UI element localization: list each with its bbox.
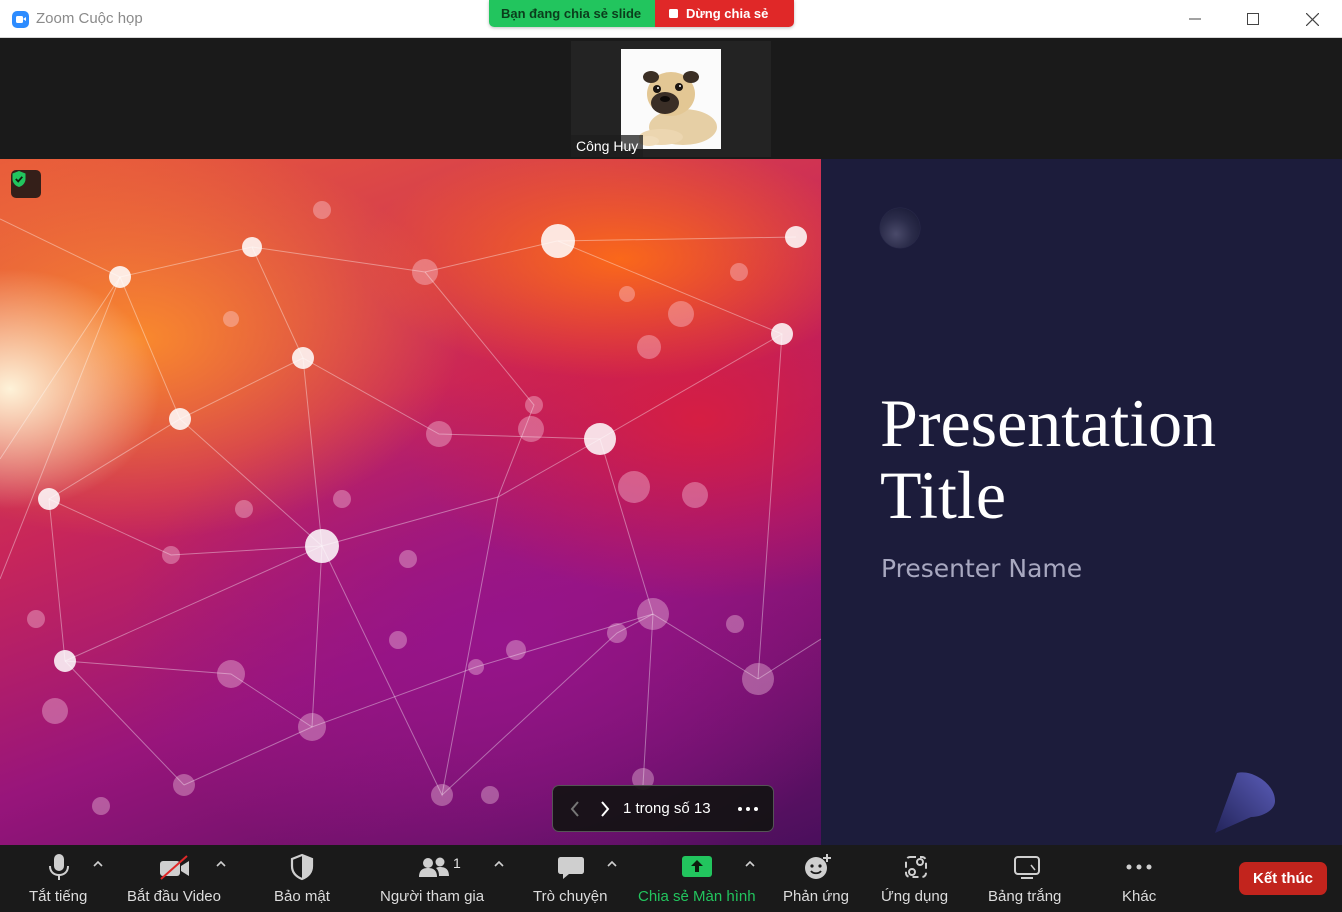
slide-navigator: 1 trong số 13 — [552, 785, 774, 832]
start-video-label: Bắt đầu Video — [127, 888, 221, 905]
more-button[interactable]: Khác — [1115, 845, 1163, 912]
chevron-up-icon — [745, 860, 755, 867]
start-video-button[interactable]: Bắt đầu Video — [124, 845, 224, 912]
participant-strip: Công Huy — [0, 38, 1342, 159]
previous-slide-button[interactable] — [565, 798, 585, 820]
whiteboard-label: Bảng trắng — [988, 888, 1062, 905]
zoom-logo-icon — [12, 11, 29, 28]
network-graphic — [0, 201, 821, 815]
slide-more-button[interactable] — [733, 798, 763, 820]
reactions-button[interactable]: Phản ứng — [780, 845, 852, 912]
whiteboard-button[interactable]: Bảng trắng — [985, 845, 1069, 912]
slide-counter: 1 trong số 13 — [623, 800, 711, 817]
more-label: Khác — [1122, 888, 1157, 905]
presentation-title-line2: Title — [880, 457, 1007, 533]
decorative-orb — [880, 208, 920, 248]
presenter-name: Presenter Name — [881, 554, 1083, 583]
apps-label: Ứng dụng — [881, 888, 949, 905]
participants-options-caret[interactable] — [492, 857, 506, 871]
slide-network-image — [0, 159, 821, 845]
share-options-caret[interactable] — [743, 857, 757, 871]
participants-label: Người tham gia — [380, 888, 485, 905]
chevron-up-icon — [216, 860, 226, 867]
shield-icon — [290, 853, 314, 881]
video-options-caret[interactable] — [214, 857, 228, 871]
participants-icon — [419, 857, 449, 877]
presentation-title-line1: Presentation — [880, 385, 1217, 461]
reaction-emoji-icon — [805, 854, 831, 879]
chevron-up-icon — [607, 860, 617, 867]
chat-label: Trò chuyện — [533, 888, 608, 905]
share-banner: Bạn đang chia sẻ slide Dừng chia sẻ — [489, 0, 794, 27]
security-button[interactable]: Bảo mật — [270, 845, 336, 912]
minimize-icon — [1189, 18, 1201, 20]
slide-text-panel: Presentation Title Presenter Name — [821, 159, 1342, 845]
share-screen-label: Chia sẻ Màn hình — [638, 888, 756, 905]
chevron-up-icon — [93, 860, 103, 867]
chevron-up-icon — [494, 860, 504, 867]
end-meeting-button[interactable]: Kết thúc — [1239, 862, 1327, 895]
decorative-cone — [1215, 772, 1275, 833]
participants-button[interactable]: 1 Người tham gia — [378, 845, 490, 912]
share-screen-icon — [682, 856, 712, 877]
meeting-toolbar: Tắt tiếng Bắt đầu Video Bảo mật 1 Người — [0, 845, 1342, 912]
chevron-left-icon — [570, 801, 579, 817]
chat-bubble-icon — [558, 857, 584, 879]
stop-share-button[interactable]: Dừng chia sẻ — [655, 0, 794, 27]
window-title: Zoom Cuộc họp — [36, 10, 143, 27]
chat-button[interactable]: Trò chuyện — [531, 845, 611, 912]
video-off-icon — [160, 855, 189, 880]
participants-count: 1 — [453, 855, 461, 871]
share-screen-button[interactable]: Chia sẻ Màn hình — [636, 845, 760, 912]
minimize-button[interactable] — [1166, 0, 1224, 38]
apps-button[interactable]: Ứng dụng — [878, 845, 952, 912]
mute-label: Tắt tiếng — [29, 888, 88, 905]
pug-image — [621, 49, 721, 149]
stop-square-icon — [669, 9, 678, 18]
more-dots-icon — [738, 807, 758, 811]
whiteboard-icon — [1014, 856, 1040, 879]
reactions-label: Phản ứng — [783, 888, 849, 905]
maximize-icon — [1247, 13, 1259, 25]
participant-tile[interactable]: Công Huy — [571, 41, 771, 157]
apps-icon — [905, 856, 927, 878]
next-slide-button[interactable] — [595, 798, 615, 820]
encryption-shield-badge[interactable] — [11, 170, 41, 198]
close-button[interactable] — [1283, 0, 1341, 38]
presentation-title: Presentation Title — [880, 387, 1216, 531]
shared-slide: Presentation Title Presenter Name 1 tron… — [0, 159, 1342, 845]
stop-share-label: Dừng chia sẻ — [686, 6, 769, 21]
mute-button[interactable]: Tắt tiếng — [20, 845, 98, 912]
maximize-button[interactable] — [1224, 0, 1282, 38]
participant-avatar — [621, 49, 721, 149]
share-status-label: Bạn đang chia sẻ slide — [489, 0, 655, 27]
audio-options-caret[interactable] — [91, 857, 105, 871]
close-icon — [1305, 12, 1319, 26]
chat-options-caret[interactable] — [605, 857, 619, 871]
participant-name: Công Huy — [571, 135, 644, 157]
microphone-icon — [49, 854, 69, 880]
shield-check-icon — [12, 171, 26, 187]
security-label: Bảo mật — [274, 888, 330, 905]
more-dots-icon — [1126, 864, 1152, 870]
chevron-right-icon — [601, 801, 610, 817]
